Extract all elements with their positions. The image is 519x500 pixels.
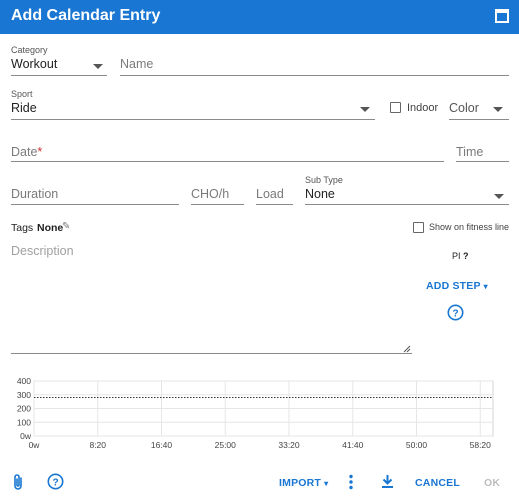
tags-label: Tags [11, 222, 34, 234]
category-underline [11, 75, 107, 76]
time-placeholder: Time [456, 145, 484, 159]
help-icon[interactable]: ? [47, 473, 64, 490]
subtype-underline [305, 204, 509, 205]
date-underline [11, 161, 444, 162]
duration-placeholder: Duration [11, 187, 59, 201]
dialog-title: Add Calendar Entry [11, 7, 161, 24]
chevron-down-icon [493, 107, 503, 112]
load-underline [256, 204, 293, 205]
ok-button[interactable]: OK [484, 477, 500, 489]
category-value: Workout [11, 57, 58, 71]
sport-underline [11, 119, 375, 120]
x-tick-label: 33:20 [278, 440, 300, 450]
x-tick-label: 16:40 [151, 440, 173, 450]
chevron-down-icon [360, 107, 370, 112]
subtype-label: Sub Type [305, 175, 343, 185]
duration-underline [11, 204, 179, 205]
date-placeholder: Date* [11, 145, 43, 159]
y-tick-label: 400 [17, 376, 31, 386]
maximize-icon[interactable] [495, 9, 509, 23]
chevron-down-icon [494, 194, 504, 199]
y-tick-label: 300 [17, 390, 31, 400]
subtype-value: None [305, 187, 335, 201]
fitness-line-checkbox[interactable] [413, 222, 424, 233]
x-tick-label: 25:00 [215, 440, 237, 450]
indoor-checkbox[interactable] [390, 102, 401, 113]
svg-text:?: ? [52, 478, 58, 489]
x-tick-label: 41:40 [342, 440, 364, 450]
required-mark: * [37, 145, 43, 159]
cancel-button[interactable]: CANCEL [415, 477, 460, 489]
chevron-down-icon [93, 64, 103, 69]
description-underline [11, 353, 412, 354]
x-tick-label: 8:20 [89, 440, 106, 450]
cho-underline [191, 204, 244, 205]
workout-chart: 400 300 200 100 0w 0w 8:20 16:40 25:00 33:20 41:40… [8, 374, 513, 456]
fitness-line-label: Show on fitness line [429, 222, 510, 232]
sport-label: Sport [11, 89, 33, 99]
time-underline [456, 161, 509, 162]
resize-handle-icon[interactable] [403, 345, 411, 353]
x-tick-label: 58:20 [470, 440, 492, 450]
tags-value: None [37, 222, 64, 234]
more-vert-icon[interactable] [348, 474, 354, 490]
x-tick-label: 50:00 [406, 440, 428, 450]
help-icon[interactable]: ? [447, 304, 464, 321]
name-underline [120, 75, 509, 76]
color-placeholder: Color [449, 101, 479, 115]
dialog-titlebar: Add Calendar Entry [0, 0, 519, 34]
pencil-icon[interactable]: ✎ [62, 221, 70, 232]
indoor-label: Indoor [407, 102, 439, 114]
description-placeholder: Description [11, 244, 74, 258]
add-step-button[interactable]: ADD STEP ▾ [426, 280, 488, 292]
color-underline [449, 119, 509, 120]
svg-text:?: ? [452, 309, 458, 320]
x-tick-label: 0w [29, 440, 41, 450]
caret-down-icon: ▾ [483, 282, 488, 291]
caret-down-icon: ▾ [324, 479, 329, 488]
category-label: Category [11, 45, 48, 55]
cho-placeholder: CHO/h [191, 187, 230, 201]
name-placeholder: Name [120, 57, 154, 71]
pi-label: PI ? [452, 251, 469, 261]
attachment-icon[interactable] [11, 473, 25, 491]
import-button[interactable]: IMPORT ▾ [279, 477, 328, 489]
workout-chart-svg: 4003002001000w0w 8:20 16:40 25:00 33:20 41:40… [17, 376, 494, 450]
load-placeholder: Load [256, 187, 284, 201]
download-icon[interactable] [381, 474, 394, 489]
sport-value: Ride [11, 101, 37, 115]
y-tick-label: 100 [17, 417, 31, 427]
y-tick-label: 200 [17, 404, 31, 414]
